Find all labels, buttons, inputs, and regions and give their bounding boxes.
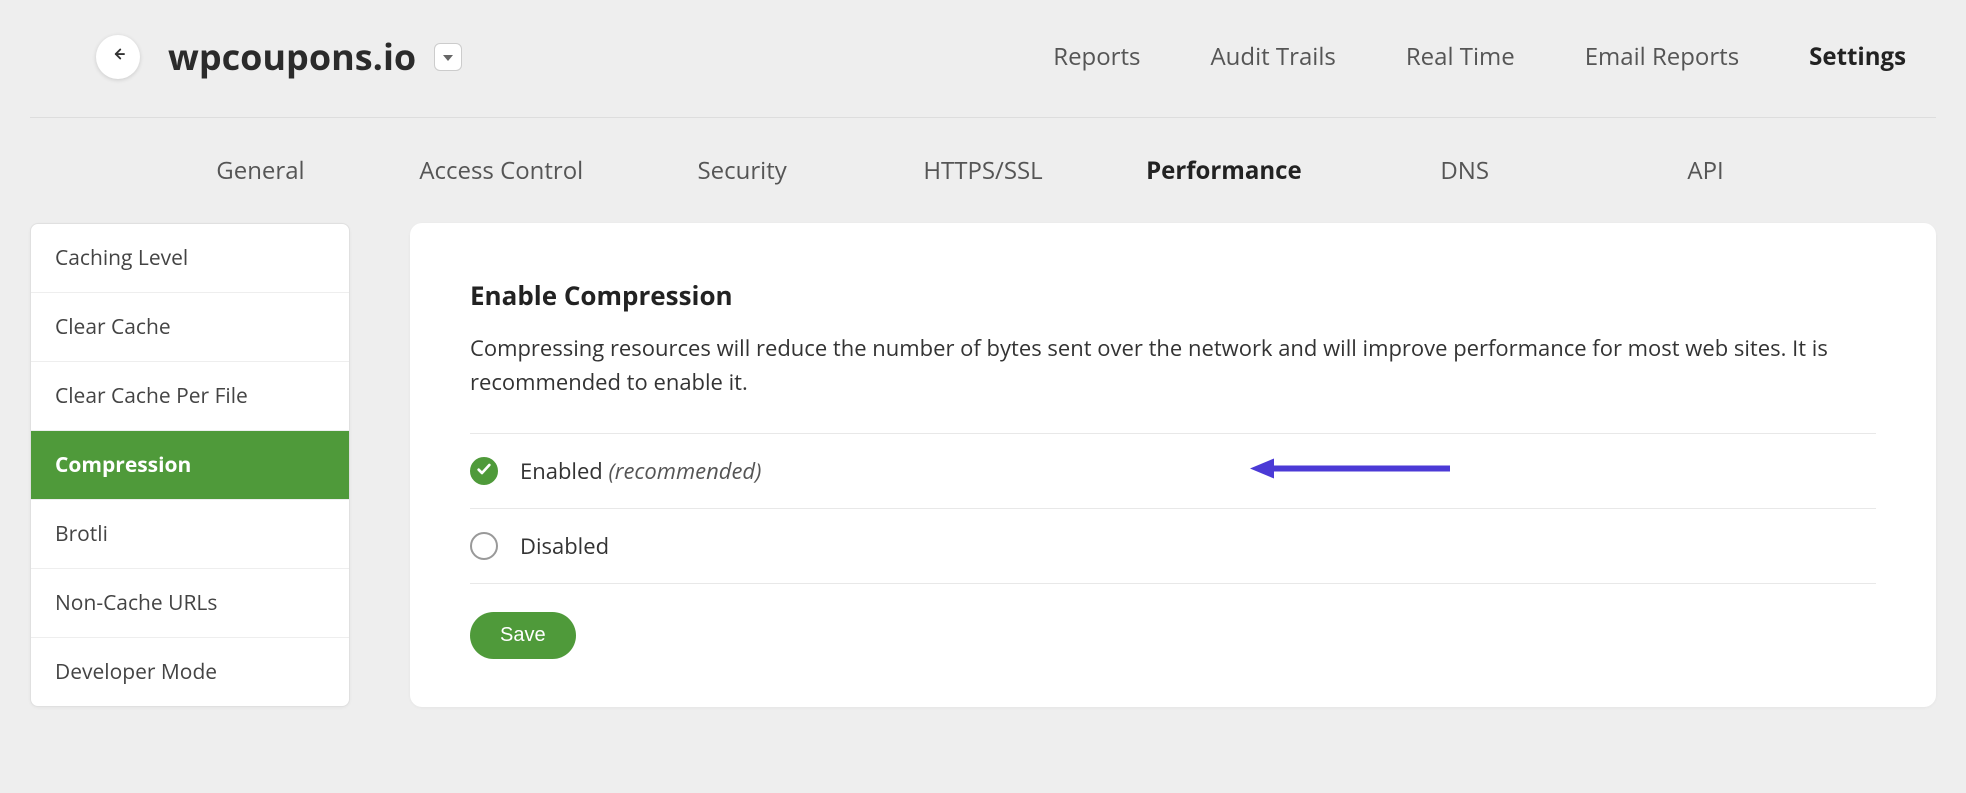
sidebar-item-compression[interactable]: Compression (31, 431, 349, 500)
settings-tabs: General Access Control Security HTTPS/SS… (140, 118, 1826, 223)
sidebar-item-label: Developer Mode (55, 658, 217, 686)
panel-description: Compressing resources will reduce the nu… (470, 331, 1876, 399)
tab-access-control[interactable]: Access Control (381, 154, 622, 187)
back-button[interactable] (96, 35, 140, 79)
nav-email-reports[interactable]: Email Reports (1585, 40, 1739, 73)
arrow-left-icon (109, 45, 127, 68)
top-nav: Reports Audit Trails Real Time Email Rep… (1053, 40, 1906, 73)
radio-disabled[interactable] (470, 532, 498, 560)
save-button[interactable]: Save (470, 612, 576, 659)
compression-panel: Enable Compression Compressing resources… (410, 223, 1936, 707)
radio-enabled[interactable] (470, 457, 498, 485)
nav-real-time[interactable]: Real Time (1406, 40, 1515, 73)
header-bar: wpcoupons.io Reports Audit Trails Real T… (0, 0, 1966, 117)
option-enabled-label: Enabled (recommended) (520, 456, 761, 486)
sidebar-item-developer-mode[interactable]: Developer Mode (31, 638, 349, 706)
sidebar-item-label: Compression (55, 451, 191, 479)
nav-audit-trails[interactable]: Audit Trails (1210, 40, 1335, 73)
sidebar-item-brotli[interactable]: Brotli (31, 500, 349, 569)
option-enabled-row[interactable]: Enabled (recommended) (470, 433, 1876, 508)
save-row: Save (470, 583, 1876, 659)
tabs-container: General Access Control Security HTTPS/SS… (0, 118, 1966, 223)
sidebar-item-label: Caching Level (55, 244, 188, 272)
tab-api[interactable]: API (1585, 154, 1826, 187)
sidebar-item-clear-cache-per-file[interactable]: Clear Cache Per File (31, 362, 349, 431)
tab-dns[interactable]: DNS (1344, 154, 1585, 187)
sidebar-item-caching-level[interactable]: Caching Level (31, 224, 349, 293)
sidebar-item-label: Clear Cache Per File (55, 382, 248, 410)
site-title: wpcoupons.io (168, 32, 416, 81)
check-icon (476, 460, 492, 482)
option-disabled-label: Disabled (520, 531, 609, 561)
body-layout: Caching Level Clear Cache Clear Cache Pe… (0, 223, 1966, 747)
nav-reports[interactable]: Reports (1053, 40, 1140, 73)
sidebar-item-label: Clear Cache (55, 313, 171, 341)
sidebar-item-non-cache-urls[interactable]: Non-Cache URLs (31, 569, 349, 638)
site-dropdown-toggle[interactable] (434, 43, 462, 71)
option-disabled-row[interactable]: Disabled (470, 508, 1876, 583)
tab-https-ssl[interactable]: HTTPS/SSL (863, 154, 1104, 187)
annotation-arrow (1250, 457, 1450, 486)
tab-performance[interactable]: Performance (1103, 154, 1344, 187)
chevron-down-icon (443, 46, 453, 68)
tab-security[interactable]: Security (622, 154, 863, 187)
sidebar-item-label: Brotli (55, 520, 108, 548)
sidebar-item-label: Non-Cache URLs (55, 589, 217, 617)
sidebar-item-clear-cache[interactable]: Clear Cache (31, 293, 349, 362)
performance-sidebar: Caching Level Clear Cache Clear Cache Pe… (30, 223, 350, 707)
nav-settings[interactable]: Settings (1809, 40, 1906, 73)
option-enabled-text: Enabled (520, 456, 603, 486)
tab-general[interactable]: General (140, 154, 381, 187)
panel-heading: Enable Compression (470, 277, 1876, 313)
option-enabled-hint: (recommended) (609, 456, 762, 486)
